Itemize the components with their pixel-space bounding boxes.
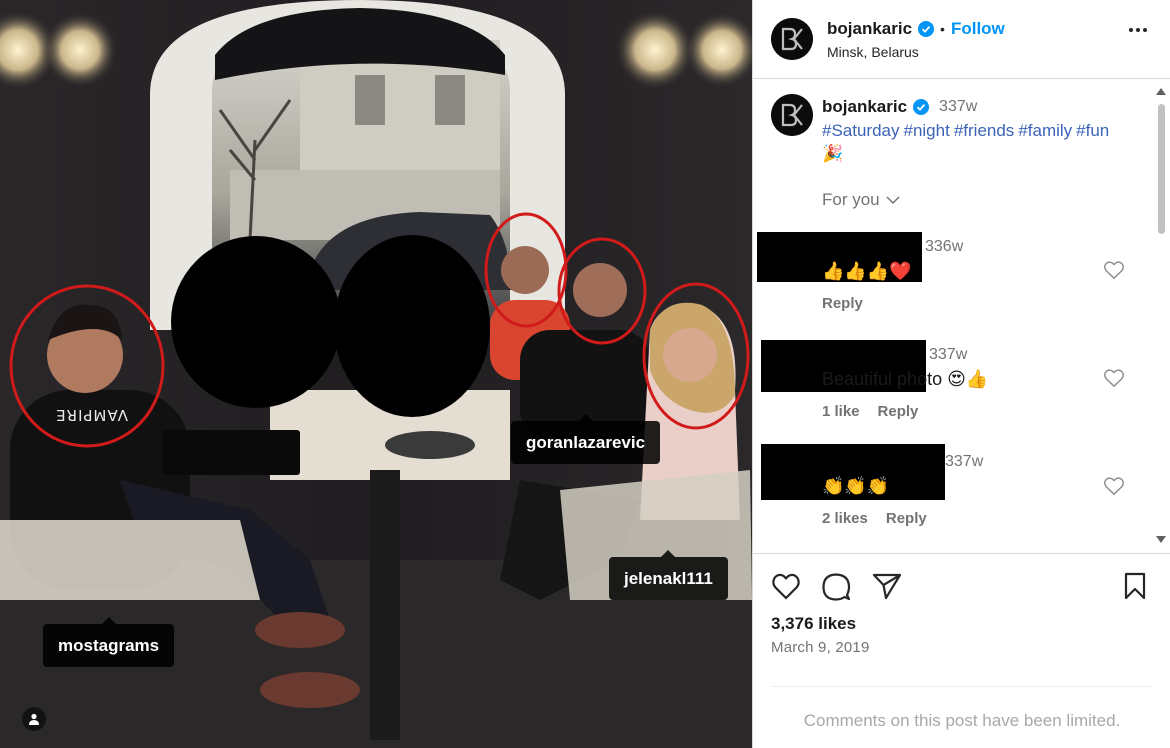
comments-limited-notice: Comments on this post have been limited. (803, 711, 1121, 730)
post-location[interactable]: Minsk, Belarus (827, 44, 919, 60)
comment-text: Beautiful photo 😍👍 (822, 369, 989, 389)
bk-logo-icon (771, 94, 813, 136)
caption-username[interactable]: bojankaric (822, 97, 907, 117)
scroll-down-arrow-icon[interactable] (1156, 536, 1166, 543)
comment-time: 336w (925, 238, 964, 255)
comment-time: 337w (929, 346, 968, 363)
caption-avatar[interactable] (771, 94, 813, 136)
caption-time: 337w (939, 98, 978, 115)
comment-text: 👍👍👍❤️ (822, 261, 912, 281)
bk-logo-icon (771, 18, 813, 60)
follow-button[interactable]: Follow (951, 19, 1005, 39)
post-side-panel: bojankaric • Follow Minsk, Belarus bojan… (752, 0, 1170, 748)
post-photo[interactable]: VAMPIRE goranlazarevic jelenakl111 mosta… (0, 0, 752, 748)
header-user-row: bojankaric • Follow (827, 19, 1005, 39)
comments-list[interactable]: bojankaric 337w #Saturday #night #friends #… (753, 80, 1170, 552)
reply-button[interactable]: Reply (878, 403, 919, 420)
user-tag-mostagrams[interactable]: mostagrams (43, 617, 175, 667)
comment-actions: Reply (822, 295, 863, 312)
comment-actions: 1 like Reply (822, 403, 918, 420)
header-username[interactable]: bojankaric (827, 19, 912, 39)
tagged-users-button[interactable] (22, 707, 46, 731)
caption-user-row: bojankaric 337w (822, 97, 977, 117)
author-avatar[interactable] (771, 18, 813, 60)
caption-hashtags: #Saturday #night #friends #family #fun 🎉 (822, 119, 1142, 165)
scroll-up-arrow-icon[interactable] (1156, 88, 1166, 95)
hashtag-link[interactable]: #Saturday (822, 121, 900, 140)
post-date[interactable]: March 9, 2019 (771, 639, 870, 656)
post-likes-count[interactable]: 3,376 likes (771, 614, 856, 634)
share-icon[interactable] (872, 572, 902, 600)
comment-item: 336w 👍👍👍❤️ Reply (753, 232, 1153, 332)
caption-emoji: 🎉 (822, 144, 844, 163)
comment-bubble-icon[interactable] (821, 572, 851, 602)
comment-actions: 2 likes Reply (822, 510, 927, 527)
reply-button[interactable]: Reply (886, 510, 927, 527)
chevron-down-icon (886, 195, 900, 204)
user-tag-jelenakl111[interactable]: jelenakl111 (609, 550, 728, 600)
hashtag-link[interactable]: #friends (954, 121, 1014, 140)
like-heart-icon[interactable] (771, 572, 801, 600)
redacted-tag (162, 430, 300, 475)
scroll-thumb[interactable] (1158, 104, 1165, 234)
shirt-print: VAMPIRE (55, 406, 128, 424)
comment-box-area: Comments on this post have been limited. (771, 686, 1153, 748)
comments-scrollbar[interactable] (1152, 80, 1170, 552)
comment-sort-label: For you (822, 190, 880, 209)
comment-item: 337w 👏👏👏 2 likes Reply (753, 444, 1153, 544)
comment-item: 337w Beautiful photo 😍👍 1 like Reply (753, 340, 1153, 440)
verified-badge-icon (918, 21, 935, 37)
heart-icon[interactable] (1103, 368, 1125, 388)
user-tag-goranlazarevic[interactable]: goranlazarevic (511, 414, 661, 464)
comment-time: 337w (945, 453, 984, 470)
header-separator: • (940, 21, 945, 37)
user-icon (29, 713, 39, 725)
hashtag-link[interactable]: #family (1018, 121, 1072, 140)
comment-sort-dropdown[interactable]: For you (822, 190, 900, 210)
hashtag-link[interactable]: #fun (1076, 121, 1109, 140)
comment-likes-count[interactable]: 2 likes (822, 510, 868, 527)
verified-badge-icon (913, 99, 930, 115)
comment-text: 👏👏👏 (822, 476, 890, 496)
post-actions: 3,376 likes March 9, 2019 Comments on th… (753, 553, 1170, 748)
hashtag-link[interactable]: #night (904, 121, 950, 140)
save-bookmark-icon[interactable] (1123, 572, 1147, 600)
heart-icon[interactable] (1103, 476, 1125, 496)
reply-button[interactable]: Reply (822, 295, 863, 312)
heart-icon[interactable] (1103, 260, 1125, 280)
comment-likes-count[interactable]: 1 like (822, 403, 860, 420)
more-options-icon[interactable] (1129, 28, 1147, 32)
post-header: bojankaric • Follow Minsk, Belarus (753, 0, 1170, 79)
